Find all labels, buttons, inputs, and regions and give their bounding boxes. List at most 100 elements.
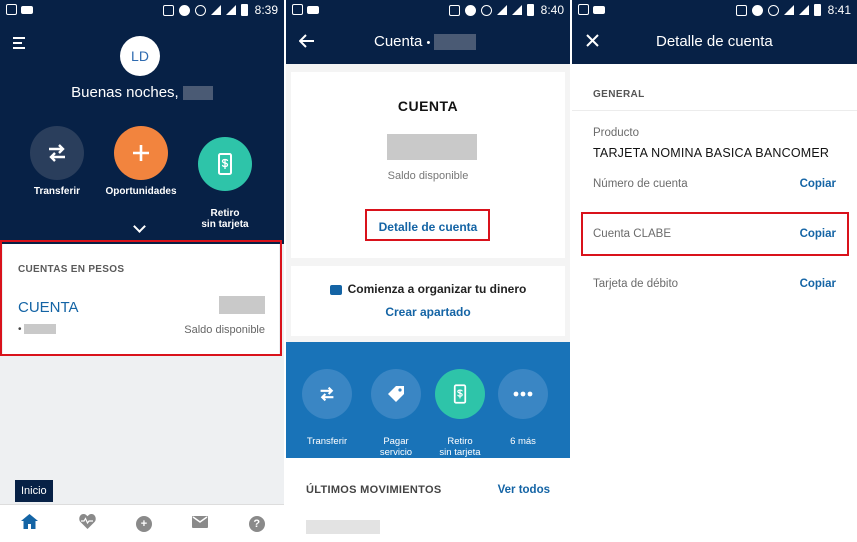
product-label: Producto bbox=[593, 127, 640, 139]
heart-pulse-icon[interactable] bbox=[78, 514, 98, 533]
transfer-icon bbox=[30, 126, 84, 180]
header-panel: LD Buenas noches, Transferir Oportunidad… bbox=[0, 22, 284, 244]
greeting-text: Buenas noches, bbox=[71, 84, 179, 101]
status-bar: 8:41 bbox=[572, 0, 857, 22]
app-bar: Cuenta • bbox=[286, 22, 570, 64]
chevron-down-icon[interactable] bbox=[133, 220, 146, 233]
highlight-box bbox=[581, 212, 849, 256]
highlight-box bbox=[0, 240, 282, 356]
transfer-label: Transferir bbox=[33, 186, 81, 197]
title-separator: • bbox=[426, 37, 431, 49]
movements-section: ÚLTIMOS MOVIMIENTOS Ver todos bbox=[286, 458, 570, 542]
highlight-box bbox=[365, 209, 490, 241]
pay-service-action[interactable]: Pagar servicio bbox=[365, 358, 427, 469]
debit-card-label: Tarjeta de débito bbox=[593, 278, 679, 290]
back-arrow-icon[interactable] bbox=[298, 32, 315, 53]
account-screen: 8:40 Cuenta • CUENTA Saldo disponible De… bbox=[286, 0, 570, 542]
signal-icon bbox=[225, 5, 236, 15]
video-icon bbox=[21, 6, 33, 14]
battery-icon bbox=[526, 4, 534, 16]
screenshot-icon bbox=[292, 4, 303, 15]
tag-icon bbox=[371, 369, 421, 419]
alarm-icon bbox=[194, 4, 206, 16]
alarm-icon bbox=[480, 4, 492, 16]
cardless-withdrawal-action[interactable]: Retiro sin tarjeta bbox=[180, 126, 270, 241]
divider bbox=[572, 110, 857, 111]
page-title-text: Cuenta bbox=[374, 33, 423, 50]
cardless-withdrawal-action[interactable]: Retiro sin tarjeta bbox=[429, 358, 491, 469]
more-actions[interactable]: 6 más bbox=[492, 358, 554, 458]
account-detail-screen: 8:41 Detalle de cuenta GENERAL Producto … bbox=[572, 0, 857, 542]
bottom-nav: + ? bbox=[0, 504, 284, 542]
product-value: TARJETA NOMINA BASICA BANCOMER bbox=[593, 146, 830, 160]
signal-icon bbox=[798, 5, 809, 15]
plus-circle-icon[interactable]: + bbox=[135, 515, 152, 532]
redacted-account bbox=[434, 34, 477, 51]
cast-icon bbox=[162, 4, 174, 16]
screenshot-icon bbox=[578, 4, 589, 15]
video-icon bbox=[593, 6, 605, 14]
quick-actions-band: Transferir Pagar servicio Retiro sin tar… bbox=[286, 342, 570, 458]
home-tooltip: Inicio bbox=[15, 480, 53, 502]
transfer-icon bbox=[302, 369, 352, 419]
plus-icon bbox=[114, 126, 168, 180]
copy-account-number-button[interactable]: Copiar bbox=[800, 178, 836, 190]
home-screen: 8:39 LD Buenas noches, Transferir Oportu… bbox=[0, 0, 284, 542]
dnd-icon bbox=[751, 4, 763, 16]
battery-icon bbox=[813, 4, 821, 16]
status-time: 8:41 bbox=[827, 3, 851, 17]
redacted-movement bbox=[306, 520, 380, 534]
organize-text: Comienza a organizar tu dinero bbox=[291, 282, 565, 296]
dnd-icon bbox=[464, 4, 476, 16]
redacted-balance bbox=[387, 134, 477, 160]
transfer-action[interactable]: Transferir bbox=[12, 126, 102, 197]
account-number-label: Número de cuenta bbox=[593, 178, 688, 190]
more-icon bbox=[498, 369, 548, 419]
opportunities-label: Oportunidades bbox=[105, 186, 177, 197]
help-icon[interactable]: ? bbox=[248, 515, 265, 532]
status-time: 8:39 bbox=[254, 3, 278, 17]
status-bar: 8:40 bbox=[286, 0, 570, 22]
cast-icon bbox=[735, 4, 747, 16]
status-bar: 8:39 bbox=[0, 0, 284, 22]
organize-card: Comienza a organizar tu dinero Crear apa… bbox=[291, 266, 565, 336]
screens-container: 8:39 LD Buenas noches, Transferir Oportu… bbox=[0, 0, 857, 542]
screenshot-icon bbox=[6, 4, 17, 15]
opportunities-action[interactable]: Oportunidades bbox=[96, 126, 186, 197]
wifi-icon bbox=[783, 5, 794, 15]
redacted-name bbox=[182, 86, 213, 101]
piggy-bank-icon bbox=[329, 284, 342, 295]
transfer-action[interactable]: Transferir bbox=[296, 358, 358, 458]
wifi-icon bbox=[210, 5, 221, 15]
signal-icon bbox=[511, 5, 522, 15]
cash-phone-icon bbox=[435, 369, 485, 419]
pay-service-label: Pagar servicio bbox=[379, 436, 413, 458]
status-time: 8:40 bbox=[540, 3, 564, 17]
home-icon[interactable] bbox=[19, 514, 39, 533]
app-bar: Detalle de cuenta bbox=[572, 22, 857, 64]
balance-label: Saldo disponible bbox=[387, 170, 469, 182]
movements-title: ÚLTIMOS MOVIMIENTOS bbox=[306, 484, 442, 496]
battery-icon bbox=[240, 4, 248, 16]
avatar[interactable]: LD bbox=[120, 36, 160, 76]
greeting: Buenas noches, bbox=[0, 84, 284, 101]
video-icon bbox=[307, 6, 319, 14]
transfer-label: Transferir bbox=[306, 436, 348, 447]
wifi-icon bbox=[496, 5, 507, 15]
close-icon[interactable] bbox=[586, 30, 599, 53]
see-all-link[interactable]: Ver todos bbox=[498, 484, 550, 496]
card-title: CUENTA bbox=[397, 98, 459, 114]
menu-icon[interactable] bbox=[13, 37, 25, 52]
cash-phone-icon bbox=[198, 137, 252, 191]
page-title: Detalle de cuenta bbox=[656, 33, 773, 50]
section-header: GENERAL bbox=[593, 89, 645, 100]
dnd-icon bbox=[178, 4, 190, 16]
page-title: Cuenta • bbox=[374, 33, 477, 51]
organize-label: Comienza a organizar tu dinero bbox=[347, 282, 527, 296]
copy-debit-card-button[interactable]: Copiar bbox=[800, 278, 836, 290]
cardless-withdrawal-label: Retiro sin tarjeta bbox=[439, 436, 481, 458]
cast-icon bbox=[448, 4, 460, 16]
create-savings-link[interactable]: Crear apartado bbox=[291, 305, 565, 319]
more-label: 6 más bbox=[510, 436, 536, 447]
mail-icon[interactable] bbox=[190, 515, 210, 532]
